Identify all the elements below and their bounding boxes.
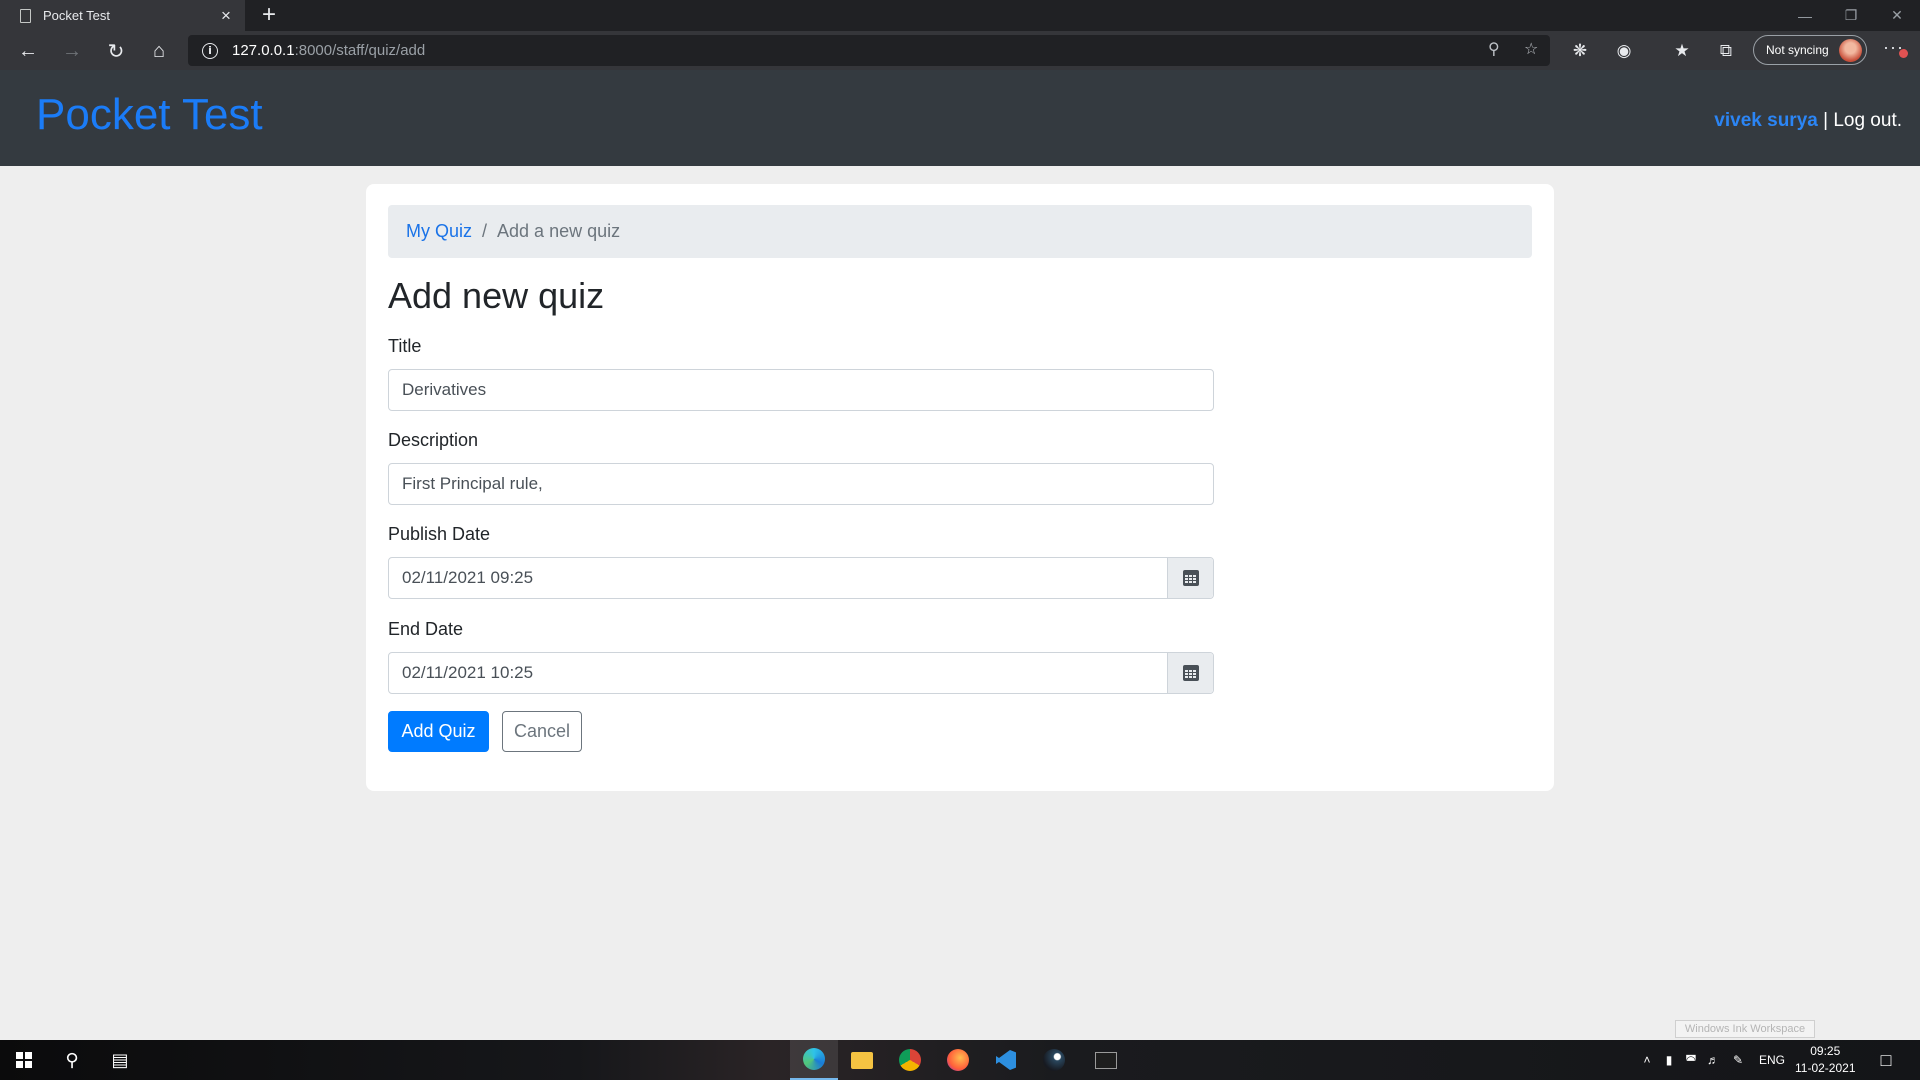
pen-ink-icon[interactable]: ✎: [1724, 1053, 1752, 1067]
start-button[interactable]: [0, 1040, 48, 1080]
calendar-icon: [1182, 665, 1199, 681]
end-date-label: End Date: [388, 619, 464, 639]
language-indicator[interactable]: ENG: [1752, 1053, 1792, 1067]
firefox-icon: [947, 1049, 969, 1071]
reload-icon[interactable]: ↻: [100, 35, 132, 67]
page-title: Add new quiz: [388, 275, 605, 316]
folder-icon: [851, 1051, 873, 1069]
end-date-field: 02/11/2021 10:25: [388, 652, 1214, 694]
tab-title: Pocket Test: [43, 8, 110, 23]
back-icon[interactable]: ←: [12, 35, 44, 67]
extension-icon[interactable]: ❋: [1566, 37, 1594, 65]
minimize-icon[interactable]: —: [1782, 0, 1828, 31]
wifi-icon[interactable]: ◚: [1680, 1053, 1702, 1067]
new-tab-button[interactable]: +: [256, 2, 282, 28]
steam-icon: [1043, 1049, 1065, 1071]
quiz-form-card: My Quiz / Add a new quiz Add new quiz Ti…: [366, 184, 1554, 791]
battery-icon[interactable]: ▮: [1658, 1053, 1680, 1067]
brand-logo-text[interactable]: Pocket Test: [36, 90, 263, 140]
add-favorite-icon[interactable]: ☆: [1524, 39, 1538, 59]
profile-avatar: [1839, 39, 1862, 62]
notification-badge: [1898, 49, 1908, 58]
clock-time: 09:25: [1810, 1044, 1841, 1058]
site-info-icon[interactable]: i: [202, 42, 218, 59]
page-icon: [20, 8, 31, 23]
browser-toolbar: ← → ↻ ⌂ i 127.0.0.1:8000/staff/quiz/add …: [0, 31, 1920, 70]
app-navbar: Pocket Test vivek surya | Log out.: [0, 70, 1920, 166]
task-view-icon[interactable]: ▤: [96, 1040, 144, 1080]
user-separator: |: [1817, 110, 1834, 131]
forward-icon[interactable]: →: [56, 35, 88, 67]
description-input[interactable]: First Principal rule,: [388, 463, 1214, 505]
publish-date-input[interactable]: 02/11/2021 09:25: [389, 558, 1167, 598]
file-explorer-taskbar-icon[interactable]: [838, 1040, 886, 1080]
profile-sync-button[interactable]: Not syncing: [1753, 35, 1867, 65]
ink-workspace-tooltip: Windows Ink Workspace: [1675, 1020, 1815, 1038]
window-close-icon[interactable]: ✕: [1874, 0, 1920, 31]
tracking-icon[interactable]: ◉: [1610, 37, 1638, 65]
favorites-icon[interactable]: ★: [1668, 37, 1696, 65]
logout-link[interactable]: Log out.: [1833, 110, 1902, 131]
clock-date: 11-02-2021: [1795, 1061, 1856, 1075]
close-tab-icon[interactable]: ×: [217, 6, 235, 26]
username-link[interactable]: vivek surya: [1714, 110, 1818, 131]
cancel-button[interactable]: Cancel: [502, 711, 582, 752]
url-path: :8000/staff/quiz/add: [294, 42, 426, 59]
url-host: 127.0.0.1: [232, 42, 295, 59]
edge-icon: [803, 1048, 825, 1070]
volume-icon[interactable]: ♬: [1702, 1053, 1724, 1067]
publish-date-label: Publish Date: [388, 524, 491, 544]
edge-taskbar-icon[interactable]: [790, 1040, 838, 1080]
breadcrumb-current: Add a new quiz: [497, 221, 621, 241]
calendar-icon: [1182, 570, 1199, 586]
browser-tab-bar: Pocket Test × + — ❐ ✕: [0, 0, 1920, 31]
notifications-icon[interactable]: □: [1862, 1040, 1910, 1080]
browser-tab[interactable]: Pocket Test ×: [0, 0, 245, 31]
vscode-taskbar-icon[interactable]: [982, 1040, 1030, 1080]
steam-taskbar-icon[interactable]: [1030, 1040, 1078, 1080]
search-icon[interactable]: ⚲: [48, 1040, 96, 1080]
user-menu: vivek surya | Log out.: [1714, 110, 1902, 132]
firefox-taskbar-icon[interactable]: [934, 1040, 982, 1080]
chrome-taskbar-icon[interactable]: [886, 1040, 934, 1080]
system-clock[interactable]: 09:25 11-02-2021: [1795, 1043, 1856, 1077]
publish-date-field: 02/11/2021 09:25: [388, 557, 1214, 599]
collections-icon[interactable]: ⧉: [1712, 37, 1740, 65]
breadcrumb-my-quiz-link[interactable]: My Quiz: [406, 221, 472, 242]
end-date-input[interactable]: 02/11/2021 10:25: [389, 653, 1167, 693]
add-quiz-button[interactable]: Add Quiz: [388, 711, 489, 752]
terminal-taskbar-icon[interactable]: [1082, 1040, 1130, 1080]
windows-logo-icon: [16, 1052, 32, 1068]
home-icon[interactable]: ⌂: [143, 35, 175, 67]
system-tray: ˄ ▮ ◚ ♬ ✎ ENG: [1636, 1040, 1792, 1080]
restore-icon[interactable]: ❐: [1828, 0, 1874, 31]
terminal-icon: [1095, 1051, 1117, 1069]
settings-more-icon[interactable]: ···: [1883, 37, 1908, 58]
show-hidden-icons-icon[interactable]: ˄: [1636, 1053, 1658, 1067]
address-bar[interactable]: i 127.0.0.1:8000/staff/quiz/add: [188, 35, 1550, 66]
title-input[interactable]: Derivatives: [388, 369, 1214, 411]
end-date-picker-button[interactable]: [1167, 653, 1213, 693]
vscode-icon: [996, 1050, 1016, 1070]
publish-date-picker-button[interactable]: [1167, 558, 1213, 598]
window-controls: — ❐ ✕: [1782, 0, 1920, 31]
sync-status-label: Not syncing: [1766, 43, 1829, 57]
breadcrumb: My Quiz / Add a new quiz: [388, 205, 1532, 258]
description-label: Description: [388, 430, 479, 450]
chrome-icon: [899, 1049, 921, 1071]
title-label: Title: [388, 336, 422, 356]
breadcrumb-separator: /: [482, 221, 488, 241]
zoom-icon[interactable]: ⚲: [1488, 39, 1500, 59]
windows-taskbar: ⚲ ▤ ˄ ▮ ◚ ♬ ✎ ENG 09:25 11-02-2021 □: [0, 1040, 1920, 1080]
